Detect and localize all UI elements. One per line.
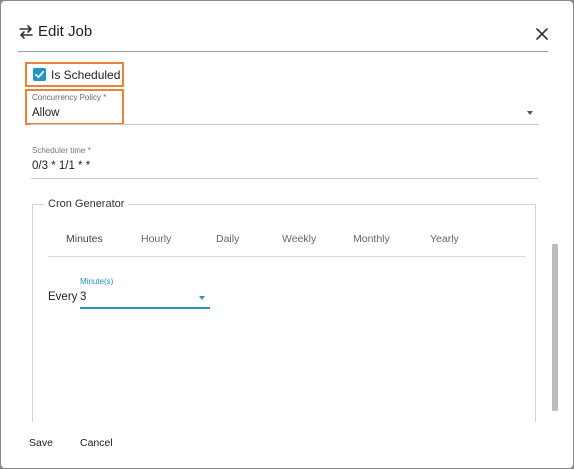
tab-monthly[interactable]: Monthly bbox=[353, 233, 390, 245]
chevron-down-icon[interactable] bbox=[527, 111, 533, 115]
minutes-field-label: Minute(s) bbox=[80, 277, 114, 286]
tab-minutes[interactable]: Minutes bbox=[66, 233, 103, 245]
cron-generator-title: Cron Generator bbox=[44, 198, 129, 210]
concurrency-policy-label: Concurrency Policy * bbox=[32, 93, 107, 102]
scheduler-time-underline bbox=[31, 178, 538, 179]
check-icon bbox=[35, 70, 45, 79]
scheduler-time-input[interactable]: 0/3 * 1/1 * * bbox=[32, 160, 90, 172]
concurrency-policy-underline bbox=[31, 124, 538, 125]
close-icon[interactable] bbox=[533, 25, 551, 43]
concurrency-policy-select[interactable]: Allow bbox=[32, 107, 59, 119]
minutes-select-underline bbox=[80, 307, 210, 309]
scrollbar-thumb[interactable] bbox=[552, 244, 558, 411]
scheduler-time-label: Scheduler time * bbox=[32, 146, 91, 155]
save-button[interactable]: Save bbox=[29, 437, 53, 449]
edit-job-dialog: Edit Job Is Scheduled Concurrency Policy… bbox=[1, 1, 573, 468]
is-scheduled-checkbox[interactable] bbox=[33, 68, 46, 81]
every-label: Every bbox=[48, 291, 78, 303]
tab-yearly[interactable]: Yearly bbox=[430, 233, 459, 245]
dialog-content: Is Scheduled Concurrency Policy * Allow … bbox=[1, 52, 573, 422]
cron-tabs: Minutes Hourly Daily Weekly Monthly Year… bbox=[48, 225, 526, 257]
dialog-footer: Save Cancel bbox=[1, 422, 573, 468]
chevron-down-icon[interactable] bbox=[199, 296, 205, 300]
minutes-select[interactable]: 3 bbox=[80, 291, 86, 303]
is-scheduled-highlight: Is Scheduled bbox=[25, 62, 124, 87]
cancel-button[interactable]: Cancel bbox=[80, 437, 113, 449]
dialog-title: Edit Job bbox=[38, 23, 93, 40]
tab-daily[interactable]: Daily bbox=[216, 233, 239, 245]
tab-hourly[interactable]: Hourly bbox=[141, 233, 171, 245]
dialog-header: Edit Job bbox=[1, 1, 573, 52]
tab-weekly[interactable]: Weekly bbox=[282, 233, 316, 245]
is-scheduled-label[interactable]: Is Scheduled bbox=[51, 68, 120, 82]
swap-arrows-icon bbox=[19, 25, 33, 39]
